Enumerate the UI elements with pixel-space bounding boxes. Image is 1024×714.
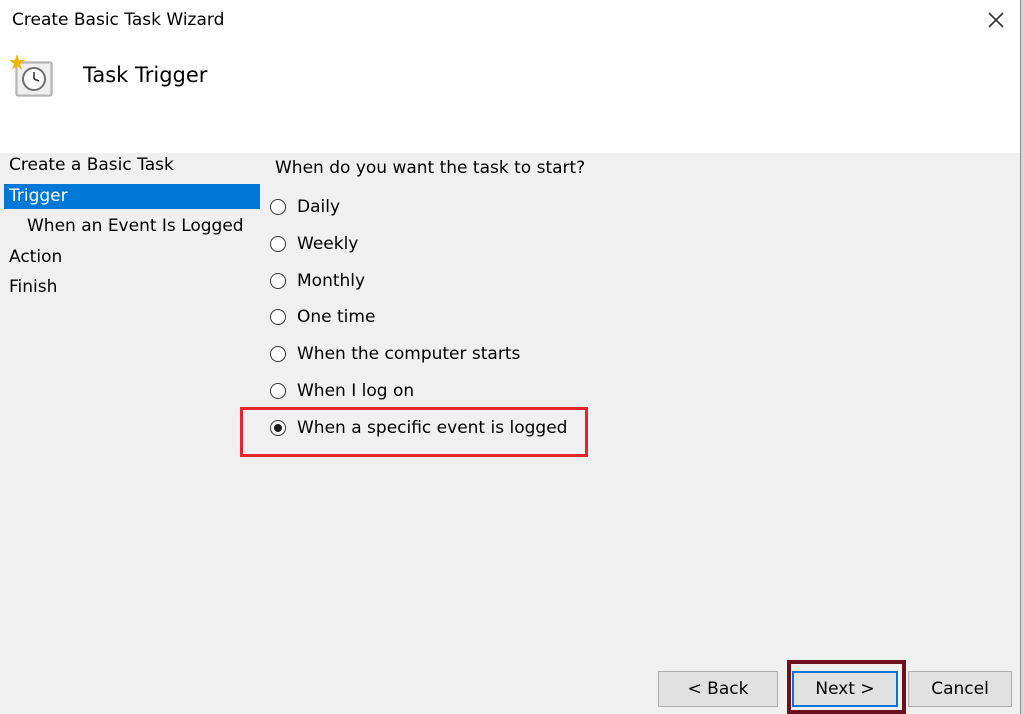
radio-option-log-on[interactable]: When I log on [270, 378, 414, 404]
radio-button[interactable] [270, 383, 286, 399]
radio-option-one-time[interactable]: One time [270, 304, 375, 330]
radio-option-daily[interactable]: Daily [270, 194, 340, 220]
radio-button[interactable] [270, 199, 286, 215]
radio-label: Weekly [297, 234, 359, 254]
back-button[interactable]: < Back [658, 671, 778, 707]
close-icon[interactable] [982, 6, 1010, 34]
radio-button[interactable] [270, 346, 286, 362]
radio-label: When the computer starts [297, 344, 521, 364]
nav-item-action[interactable]: Action [4, 245, 260, 270]
radio-option-computer-starts[interactable]: When the computer starts [270, 341, 520, 367]
annotation-highlight-box [240, 407, 588, 457]
radio-option-weekly[interactable]: Weekly [270, 231, 358, 257]
radio-option-monthly[interactable]: Monthly [270, 268, 365, 294]
nav-item-create-basic-task[interactable]: Create a Basic Task [4, 153, 260, 178]
nav-item-finish[interactable]: Finish [4, 275, 260, 300]
radio-button[interactable] [270, 309, 286, 325]
radio-label: Daily [297, 197, 341, 217]
annotation-next-highlight-box [787, 660, 906, 714]
window-edge [1020, 0, 1024, 714]
cancel-button[interactable]: Cancel [908, 671, 1012, 707]
nav-item-when-event-logged[interactable]: When an Event Is Logged [4, 214, 260, 239]
task-scheduler-clock-icon [8, 52, 56, 100]
wizard-window: Create Basic Task Wizard Task Trigger Cr… [0, 0, 1020, 714]
radio-label: One time [297, 307, 376, 327]
radio-button[interactable] [270, 273, 286, 289]
nav-item-trigger[interactable]: Trigger [4, 184, 260, 209]
wizard-header: Create Basic Task Wizard Task Trigger [0, 0, 1020, 153]
page-heading: Task Trigger [83, 63, 208, 87]
window-title: Create Basic Task Wizard [12, 10, 225, 30]
radio-label: Monthly [297, 271, 366, 291]
radio-label: When I log on [297, 381, 415, 401]
radio-button[interactable] [270, 236, 286, 252]
trigger-question: When do you want the task to start? [275, 158, 586, 178]
